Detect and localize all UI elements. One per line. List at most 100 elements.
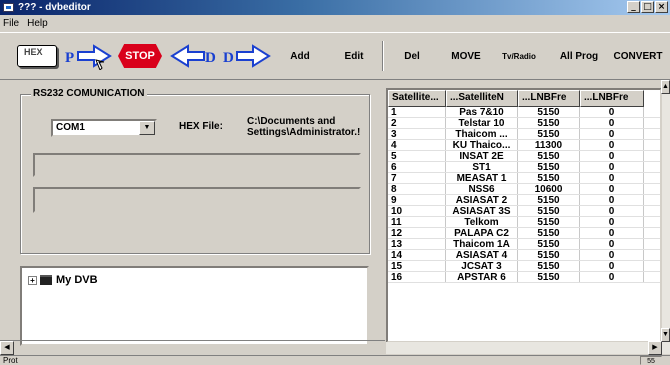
table-cell: 5150: [518, 118, 580, 128]
table-cell: 0: [580, 250, 644, 260]
table-cell: APSTAR 6: [446, 272, 518, 282]
table-body: 1 Pas 7&10 5150 0 2 Telstar 10 5150 0 3 Thaicom .…: [388, 107, 660, 283]
table-cell: Pas 7&10: [446, 107, 518, 117]
stop-button[interactable]: STOP: [116, 41, 164, 71]
table-cell: ASIASAT 4: [446, 250, 518, 260]
left-horizontal-scrollbar[interactable]: ◀: [0, 340, 385, 355]
toolbar: HEX P STOP D D Add Edit Del MOVE Tv/Radi…: [0, 32, 670, 80]
table-cell: NSS6: [446, 184, 518, 194]
status-field: [33, 187, 361, 213]
table-row[interactable]: 4 KU Thaico... 11300 0: [388, 140, 660, 151]
table-cell: INSAT 2E: [446, 151, 518, 161]
table-cell: 5150: [518, 195, 580, 205]
minimize-button[interactable]: _: [627, 1, 640, 13]
close-button[interactable]: ×: [655, 1, 668, 13]
column-header[interactable]: Satellite...: [388, 90, 446, 107]
menu-file[interactable]: File: [3, 18, 19, 29]
table-cell: 0: [580, 129, 644, 139]
edit-button[interactable]: Edit: [334, 43, 374, 69]
table-row[interactable]: 14 ASIASAT 4 5150 0: [388, 250, 660, 261]
table-cell: 0: [580, 261, 644, 271]
svg-text:P: P: [65, 50, 74, 66]
table-cell: 1: [388, 107, 446, 117]
table-cell: 0: [580, 140, 644, 150]
arrow-left-d-icon: D: [170, 44, 216, 68]
column-header[interactable]: ...LNBFre: [518, 90, 580, 107]
chevron-down-icon[interactable]: ▼: [139, 121, 155, 135]
table-vertical-scrollbar[interactable]: ▲ ▼: [661, 80, 670, 342]
com-port-select[interactable]: COM1 ▼: [51, 119, 157, 137]
table-row[interactable]: 11 Telkom 5150 0: [388, 217, 660, 228]
table-row[interactable]: 3 Thaicom ... 5150 0: [388, 129, 660, 140]
column-header[interactable]: ...SatelliteN: [446, 90, 518, 107]
table-horizontal-scrollbar[interactable]: ▶: [386, 341, 670, 355]
title-bar: ??? - dvbeditor _ □ ×: [0, 0, 670, 15]
table-cell: 5150: [518, 173, 580, 183]
hex-button[interactable]: HEX: [14, 41, 60, 71]
table-cell: ASIASAT 3S: [446, 206, 518, 216]
table-row[interactable]: 5 INSAT 2E 5150 0: [388, 151, 660, 162]
tv-radio-button[interactable]: Tv/Radio: [496, 43, 542, 69]
group-title: RS232 COMUNICATION: [31, 88, 147, 99]
table-cell: 5150: [518, 250, 580, 260]
maximize-button[interactable]: □: [641, 1, 654, 13]
table-cell: 10: [388, 206, 446, 216]
table-row[interactable]: 1 Pas 7&10 5150 0: [388, 107, 660, 118]
table-row[interactable]: 16 APSTAR 6 5150 0: [388, 272, 660, 283]
scroll-right-icon[interactable]: ▶: [648, 341, 662, 355]
table-cell: Thaicom 1A: [446, 239, 518, 249]
tree-item-my-dvb[interactable]: + My DVB: [28, 274, 98, 286]
table-row[interactable]: 9 ASIASAT 2 5150 0: [388, 195, 660, 206]
scroll-left-icon[interactable]: ◀: [0, 341, 14, 355]
table-cell: 5150: [518, 206, 580, 216]
table-row[interactable]: 13 Thaicom 1A 5150 0: [388, 239, 660, 250]
download-forward-button[interactable]: D: [222, 41, 274, 71]
table-cell: JCSAT 3: [446, 261, 518, 271]
move-button[interactable]: MOVE: [444, 43, 488, 69]
table-cell: KU Thaico...: [446, 140, 518, 150]
table-row[interactable]: 12 PALAPA C2 5150 0: [388, 228, 660, 239]
table-row[interactable]: 15 JCSAT 3 5150 0: [388, 261, 660, 272]
table-cell: 0: [580, 184, 644, 194]
add-button[interactable]: Add: [282, 43, 318, 69]
table-cell: PALAPA C2: [446, 228, 518, 238]
menu-bar: File Help: [0, 15, 670, 31]
scroll-down-icon[interactable]: ▼: [661, 328, 670, 342]
program-forward-button[interactable]: P: [64, 41, 114, 71]
table-row[interactable]: 2 Telstar 10 5150 0: [388, 118, 660, 129]
table-row[interactable]: 10 ASIASAT 3S 5150 0: [388, 206, 660, 217]
delete-button[interactable]: Del: [394, 43, 430, 69]
dvb-tree[interactable]: + My DVB: [20, 266, 369, 346]
table-cell: 0: [580, 239, 644, 249]
table-cell: 0: [580, 272, 644, 282]
table-row[interactable]: 8 NSS6 10600 0: [388, 184, 660, 195]
download-button[interactable]: D: [168, 41, 220, 71]
tree-item-label: My DVB: [56, 274, 98, 286]
program-forward-icon: P: [65, 44, 112, 70]
table-cell: 3: [388, 129, 446, 139]
convert-button[interactable]: CONVERT: [610, 43, 666, 69]
expand-icon[interactable]: +: [28, 275, 37, 285]
all-prog-button[interactable]: All Prog: [552, 43, 606, 69]
menu-help[interactable]: Help: [27, 18, 48, 29]
hex-file-label: HEX File:: [179, 121, 223, 132]
column-header[interactable]: ...LNBFre: [580, 90, 644, 107]
table-cell: 16: [388, 272, 446, 282]
table-cell: 11300: [518, 140, 580, 150]
scroll-up-icon[interactable]: ▲: [661, 80, 670, 94]
table-row[interactable]: 6 ST1 5150 0: [388, 162, 660, 173]
table-cell: 5150: [518, 162, 580, 172]
table-cell: Telstar 10: [446, 118, 518, 128]
satellite-table[interactable]: Satellite... ...SatelliteN ...LNBFre ...…: [386, 88, 662, 343]
table-cell: 10600: [518, 184, 580, 194]
status-panel: 55: [640, 356, 662, 365]
app-icon: [3, 3, 14, 12]
table-row[interactable]: 7 MEASAT 1 5150 0: [388, 173, 660, 184]
table-cell: 8: [388, 184, 446, 194]
svg-text:D: D: [223, 50, 234, 66]
status-text: Prot: [3, 356, 18, 365]
table-cell: Thaicom ...: [446, 129, 518, 139]
table-cell: 0: [580, 151, 644, 161]
table-cell: 0: [580, 206, 644, 216]
table-cell: 6: [388, 162, 446, 172]
